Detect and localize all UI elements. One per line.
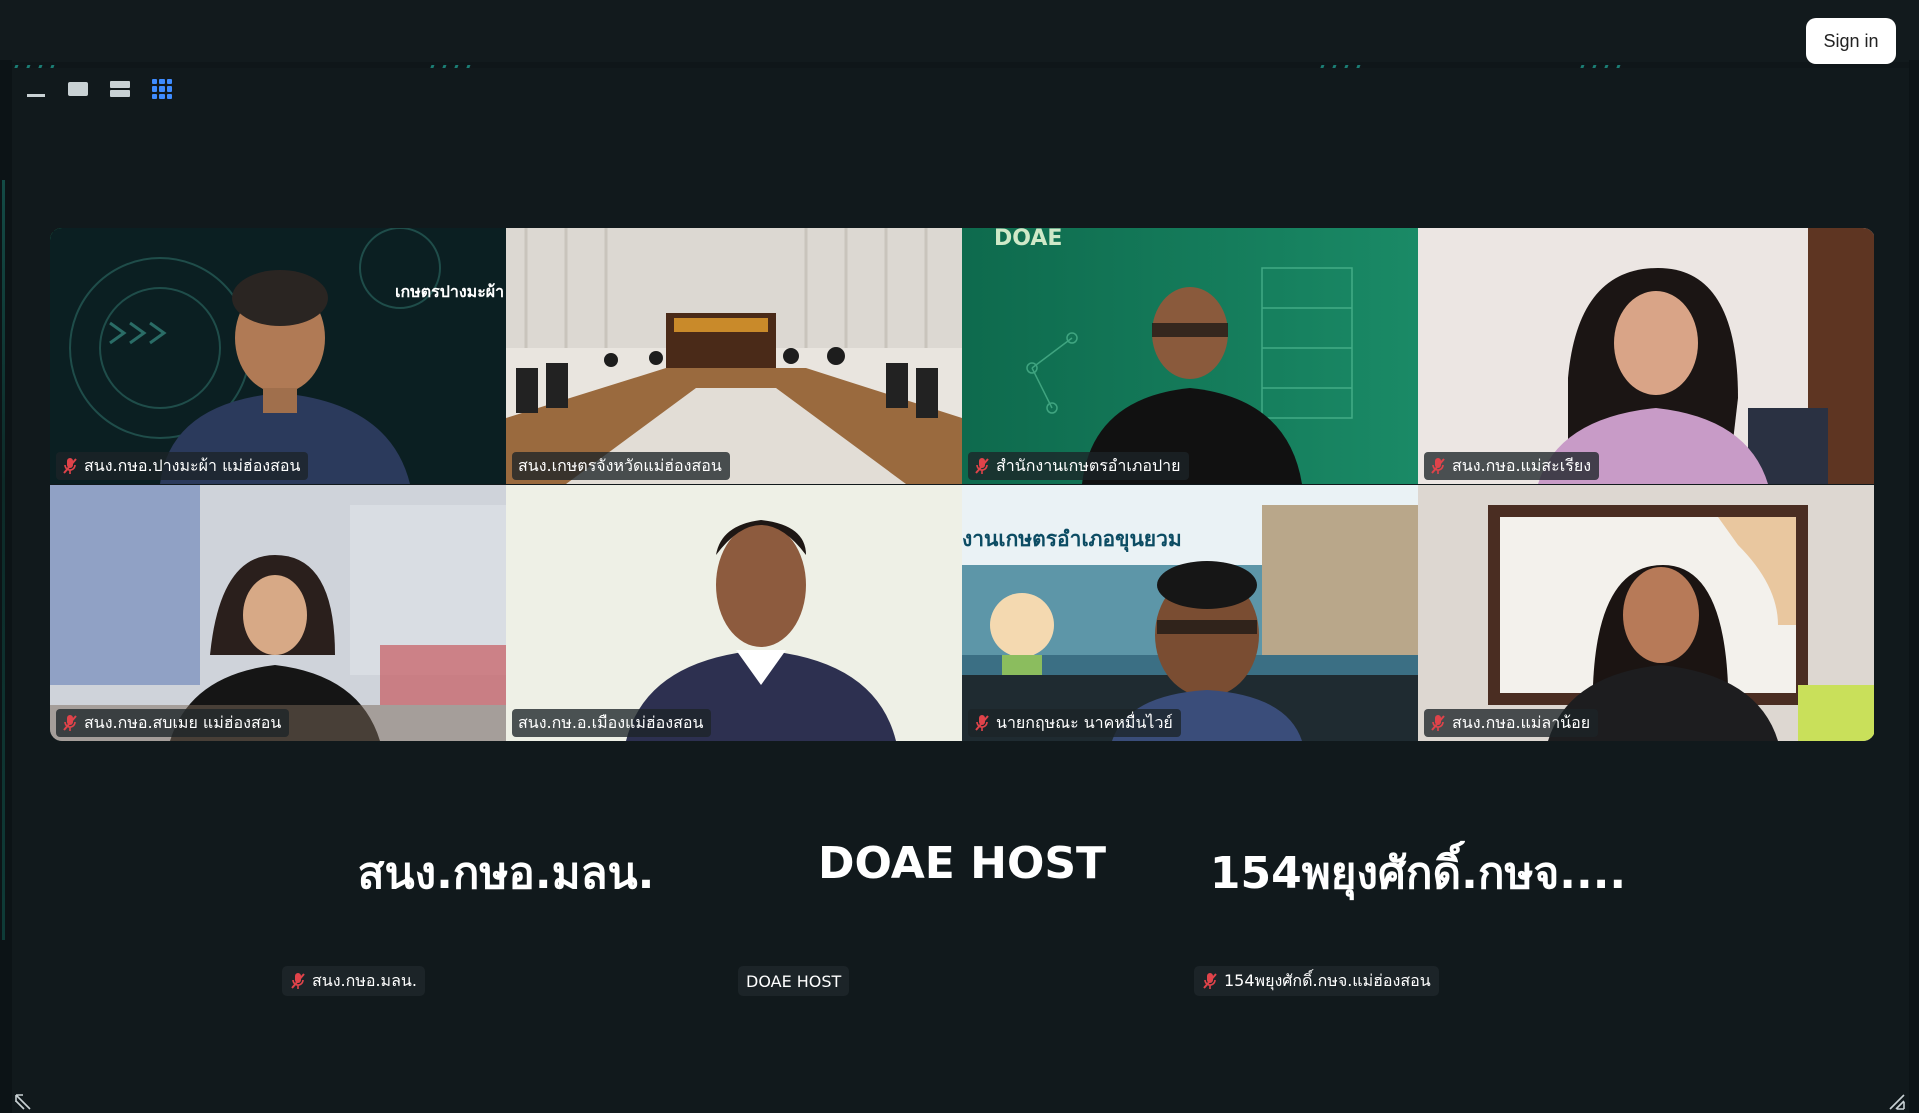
- video-feed: [50, 228, 506, 484]
- title-bar: [0, 0, 1919, 62]
- speaker-view-icon[interactable]: [66, 78, 90, 100]
- gallery-view-icon[interactable]: [150, 78, 174, 100]
- video-feed: [1418, 228, 1874, 484]
- mic-muted-icon: [63, 715, 77, 731]
- decor-stripe: [1318, 58, 1368, 73]
- resize-handle-icon[interactable]: [14, 1093, 32, 1111]
- right-edge-decor: [1909, 60, 1919, 1113]
- strip-view-icon[interactable]: [108, 78, 132, 100]
- video-tile[interactable]: สนง.กษอ.สบเมย แม่ฮ่องสอน: [50, 485, 506, 741]
- audio-participant-display-name[interactable]: สนง.กษอ.มลน.: [358, 838, 655, 908]
- participant-nameplate: สนง.กษอ.แม่ลาน้อย: [1424, 709, 1599, 737]
- participant-name: DOAE HOST: [746, 971, 842, 991]
- decor-stripe: [1578, 58, 1628, 73]
- background-text: เกษตรปางมะผ้า: [395, 282, 505, 301]
- audio-participant-nameplate: DOAE HOST: [738, 966, 850, 996]
- participant-nameplate: สนง.กษอ.ปางมะผ้า แม่ฮ่องสอน: [56, 452, 309, 480]
- mic-muted-icon: [1203, 973, 1217, 989]
- video-feed: [962, 228, 1418, 484]
- video-tile[interactable]: สนง.เกษตรจังหวัดแม่ฮ่องสอน: [506, 228, 962, 484]
- video-tile[interactable]: สนง.กษอ.แม่สะเรียง: [1418, 228, 1874, 484]
- audio-participant-nameplate: 154พยุงศักดิ์.กษจ.แม่ฮ่องสอน: [1194, 966, 1439, 996]
- video-tile[interactable]: เกษตรปางมะผ้า สนง.กษอ.ปางมะผ้า แม่ฮ่องสอ…: [50, 228, 506, 484]
- left-edge-decor: [0, 60, 12, 1113]
- video-feed: [1418, 485, 1874, 741]
- participant-name: สนง.กษอ.แม่ลาน้อย: [1452, 712, 1591, 732]
- participant-nameplate: นายกฤษณะ นาคหมื่นไวย์: [968, 709, 1181, 737]
- decor-stripe: [428, 58, 478, 73]
- participant-name: สนง.เกษตรจังหวัดแม่ฮ่องสอน: [518, 455, 722, 475]
- sign-in-button[interactable]: Sign in: [1806, 18, 1896, 64]
- mic-muted-icon: [1431, 715, 1445, 731]
- video-tile[interactable]: สนง.กษอ.แม่ลาน้อย: [1418, 485, 1874, 741]
- participant-nameplate: สนง.กษอ.แม่สะเรียง: [1424, 452, 1599, 480]
- background-text: งานเกษตรอำเภอขุนยวม: [962, 527, 1182, 551]
- minimize-icon[interactable]: [24, 78, 48, 100]
- decor-stripe: [12, 58, 62, 73]
- participant-name: สนง.กษอ.มลน.: [312, 970, 417, 990]
- participant-name: สำนักงานเกษตรอำเภอปาย: [996, 455, 1181, 475]
- mic-muted-icon: [975, 458, 989, 474]
- mic-muted-icon: [291, 973, 305, 989]
- audio-participant-display-name[interactable]: DOAE HOST: [818, 838, 1106, 889]
- participant-name: นายกฤษณะ นาคหมื่นไวย์: [996, 712, 1173, 732]
- video-gallery: เกษตรปางมะผ้า สนง.กษอ.ปางมะผ้า แม่ฮ่องสอ…: [50, 228, 1875, 741]
- participant-nameplate: สนง.กษอ.สบเมย แม่ฮ่องสอน: [56, 709, 290, 737]
- video-feed: [50, 485, 506, 741]
- mic-muted-icon: [1431, 458, 1445, 474]
- participant-name: สนง.กษอ.ปางมะผ้า แม่ฮ่องสอน: [84, 455, 301, 475]
- mic-muted-icon: [63, 458, 77, 474]
- mic-muted-icon: [975, 715, 989, 731]
- participant-name: สนง.กษ.อ.เมืองแม่ฮ่องสอน: [518, 712, 704, 732]
- view-toolbar: [24, 78, 174, 100]
- video-feed: [506, 485, 962, 741]
- participant-name: สนง.กษอ.สบเมย แม่ฮ่องสอน: [84, 712, 282, 732]
- video-feed: [506, 228, 962, 484]
- video-tile[interactable]: งานเกษตรอำเภอขุนยวม นายกฤษณะ นาคหมื่นไวย…: [962, 485, 1418, 741]
- video-tile[interactable]: DOAE สำนักงานเกษตรอำเภอปาย: [962, 228, 1418, 484]
- participant-name: 154พยุงศักดิ์.กษจ.แม่ฮ่องสอน: [1224, 970, 1431, 990]
- participant-name: สนง.กษอ.แม่สะเรียง: [1452, 455, 1591, 475]
- resize-handle-icon[interactable]: [1888, 1093, 1906, 1111]
- participant-nameplate: สำนักงานเกษตรอำเภอปาย: [968, 452, 1189, 480]
- video-tile[interactable]: สนง.กษ.อ.เมืองแม่ฮ่องสอน: [506, 485, 962, 741]
- audio-participant-display-name[interactable]: 154พยุงศักดิ์.กษจ....: [1210, 838, 1626, 908]
- background-text: DOAE: [994, 228, 1063, 251]
- participant-nameplate: สนง.กษ.อ.เมืองแม่ฮ่องสอน: [512, 709, 712, 737]
- audio-participant-nameplate: สนง.กษอ.มลน.: [282, 966, 425, 996]
- participant-nameplate: สนง.เกษตรจังหวัดแม่ฮ่องสอน: [512, 452, 730, 480]
